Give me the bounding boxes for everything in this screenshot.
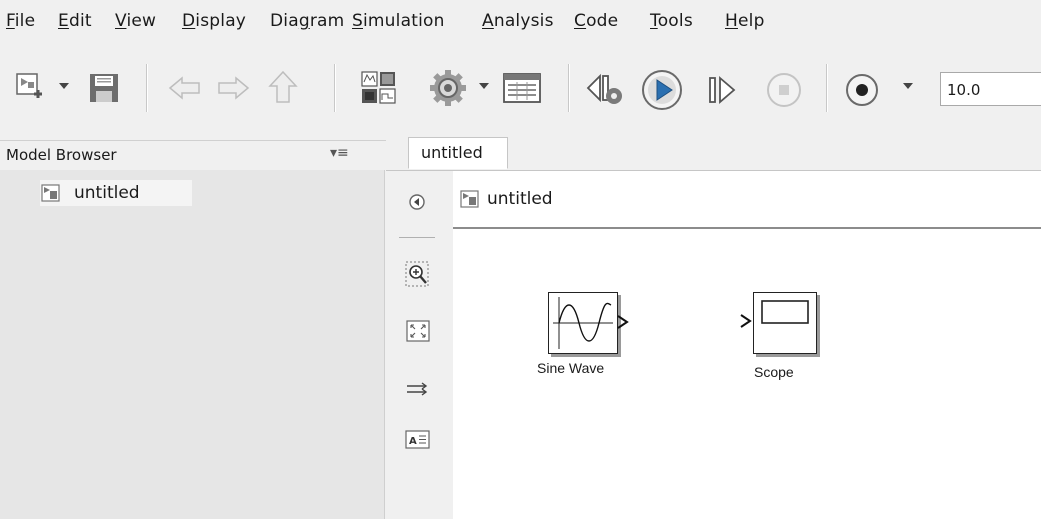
- stop-icon: [767, 73, 801, 107]
- model-explorer-button[interactable]: [500, 70, 544, 106]
- run-button[interactable]: [640, 68, 684, 112]
- menu-diagram[interactable]: Diagram: [270, 11, 344, 31]
- menu-tools[interactable]: Tools: [650, 11, 693, 31]
- signal-routing-button[interactable]: [405, 379, 431, 405]
- menu-display[interactable]: Display: [182, 11, 246, 31]
- step-forward-icon: [709, 76, 736, 104]
- scope-label: Scope: [754, 364, 794, 380]
- zoom-button[interactable]: [405, 261, 431, 293]
- toolbar-separator: [826, 64, 828, 112]
- sine-wave-icon: [553, 297, 613, 349]
- model-address-bar: untitled: [453, 171, 1041, 229]
- model-browser-panel: untitled: [0, 170, 385, 519]
- forward-arrow-icon: [218, 76, 250, 100]
- back-button[interactable]: [166, 72, 204, 104]
- gear-icon: [430, 70, 466, 106]
- step-back-button[interactable]: [584, 68, 628, 110]
- play-icon: [642, 70, 682, 110]
- up-arrow-icon: [268, 70, 298, 103]
- menu-edit[interactable]: Edit: [58, 11, 92, 31]
- annotation-button[interactable]: A: [405, 429, 431, 455]
- scope-icon: [761, 300, 809, 324]
- zoom-in-icon: [405, 261, 429, 287]
- tab-untitled[interactable]: untitled: [408, 137, 508, 169]
- sine-wave-block[interactable]: [548, 292, 618, 354]
- chevron-down-icon: [59, 83, 69, 89]
- menu-simulation[interactable]: Simulation: [352, 11, 445, 31]
- model-icon: [460, 190, 479, 208]
- model-browser-menu-icon[interactable]: ▾≡: [330, 145, 349, 161]
- record-button[interactable]: [842, 70, 882, 110]
- svg-text:A: A: [409, 436, 417, 447]
- library-browser-icon: [361, 71, 396, 104]
- step-back-icon: [586, 73, 622, 104]
- scope-block[interactable]: [753, 292, 817, 354]
- model-config-button[interactable]: [428, 68, 468, 108]
- hide-browser-button[interactable]: [405, 191, 429, 217]
- chevron-down-icon: [479, 83, 489, 89]
- menu-analysis[interactable]: Analysis: [482, 11, 554, 31]
- tree-item-label: untitled: [74, 183, 140, 203]
- step-forward-button[interactable]: [706, 70, 746, 110]
- menu-bar: File Edit View Display Diagram Simulatio…: [0, 0, 1041, 44]
- stop-time-input[interactable]: 10.0: [940, 72, 1041, 106]
- collapse-arrow-icon: [409, 194, 425, 210]
- toolbar-separator: [334, 64, 336, 112]
- text-annotation-icon: A: [405, 430, 430, 449]
- model-icon: [41, 184, 60, 202]
- menu-code[interactable]: Code: [574, 11, 618, 31]
- config-dropdown-arrow[interactable]: [478, 80, 490, 92]
- route-arrows-icon: [407, 382, 428, 396]
- new-dropdown-arrow[interactable]: [58, 80, 70, 92]
- chevron-down-icon: [903, 83, 913, 89]
- toolbar-separator: [146, 64, 148, 112]
- fit-to-view-button[interactable]: [405, 319, 431, 347]
- model-browser-header: Model Browser ▾≡: [0, 140, 386, 171]
- tab-strip: untitled: [386, 137, 1041, 171]
- stop-button[interactable]: [764, 70, 804, 110]
- toolbar-separator: [568, 64, 570, 112]
- menu-file[interactable]: File: [6, 11, 35, 31]
- input-port-icon[interactable]: [740, 314, 752, 328]
- model-explorer-icon: [503, 73, 541, 103]
- up-button[interactable]: [266, 68, 300, 106]
- record-icon: [846, 74, 878, 106]
- menu-view[interactable]: View: [115, 11, 156, 31]
- tool-palette: A: [385, 171, 454, 519]
- tree-item-untitled[interactable]: untitled: [40, 180, 192, 206]
- forward-button[interactable]: [214, 72, 252, 104]
- output-port-icon[interactable]: [617, 315, 629, 329]
- save-icon: [90, 74, 118, 102]
- back-arrow-icon: [168, 76, 200, 100]
- model-canvas[interactable]: Sine Wave Scope: [453, 229, 1041, 519]
- toolbar: 10.0: [0, 44, 1041, 140]
- record-dropdown-arrow[interactable]: [902, 80, 914, 92]
- save-button[interactable]: [86, 70, 122, 106]
- sine-wave-label: Sine Wave: [537, 360, 605, 376]
- address-bar-label[interactable]: untitled: [487, 189, 553, 209]
- new-model-button[interactable]: [14, 68, 52, 108]
- fit-view-icon: [406, 320, 430, 342]
- new-model-icon: [16, 73, 42, 98]
- palette-divider: [399, 237, 435, 238]
- model-browser-title: Model Browser: [6, 146, 117, 164]
- menu-help[interactable]: Help: [725, 11, 765, 31]
- library-browser-button[interactable]: [358, 68, 400, 108]
